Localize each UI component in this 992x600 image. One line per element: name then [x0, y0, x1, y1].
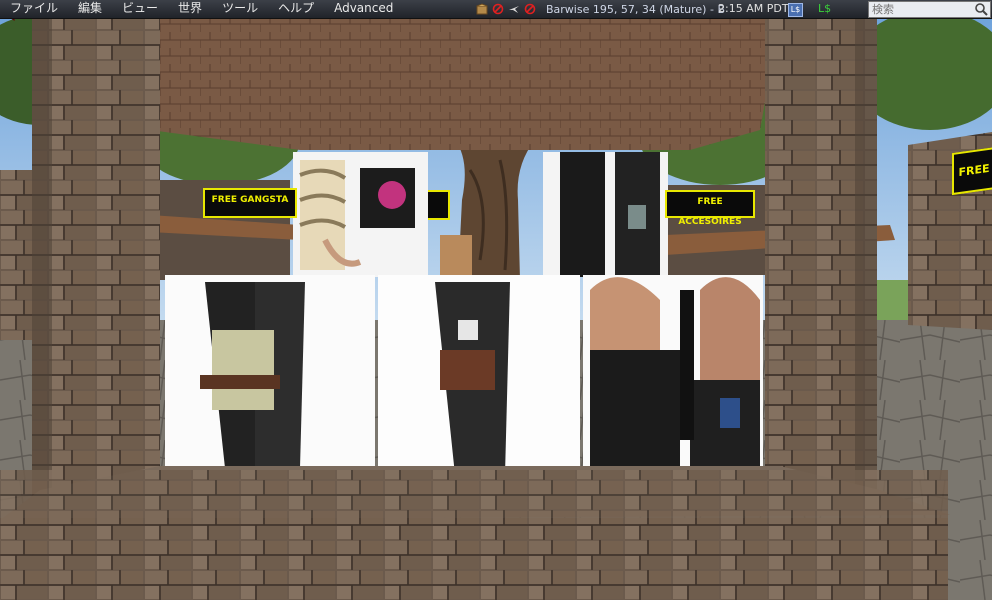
menu-edit[interactable]: 編集: [68, 0, 112, 18]
location-text[interactable]: Barwise 195, 57, 34 (Mature) - B: [546, 3, 725, 16]
search-box: [868, 1, 991, 18]
sign-free-right-text: FREE: [958, 161, 990, 180]
world-viewport[interactable]: FREE GANGSTA FREE ACCESOIRES FREE: [0, 0, 992, 600]
menu-world[interactable]: 世界: [168, 0, 212, 18]
menu-tools[interactable]: ツール: [212, 0, 268, 18]
no-build-icon[interactable]: [492, 3, 504, 15]
menu-help[interactable]: ヘルプ: [268, 0, 324, 18]
clock-text: 2:15 AM PDT: [718, 2, 789, 15]
menu-list: ファイル 編集 ビュー 世界 ツール ヘルプ Advanced: [0, 0, 403, 18]
menu-file[interactable]: ファイル: [0, 0, 68, 18]
balance-text: L$: [818, 2, 832, 15]
no-fly-icon[interactable]: [508, 3, 520, 15]
search-input[interactable]: [872, 2, 970, 17]
buy-currency-button[interactable]: L$: [788, 3, 803, 17]
menu-advanced[interactable]: Advanced: [324, 0, 403, 18]
sign-free-accesoires-text: FREE ACCESOIRES: [678, 197, 742, 227]
status-area: Barwise 195, 57, 34 (Mature) - B: [476, 0, 725, 18]
menu-bar: ファイル 編集 ビュー 世界 ツール ヘルプ Advanced Barwise …: [0, 0, 992, 19]
world-render: [0, 0, 992, 600]
sign-partial-center: [428, 190, 450, 220]
no-script-icon[interactable]: [524, 3, 536, 15]
search-icon[interactable]: [973, 2, 989, 17]
sign-free-accesoires: FREE ACCESOIRES: [665, 190, 755, 227]
sign-free-gangsta: FREE GANGSTA: [203, 188, 297, 218]
menu-view[interactable]: ビュー: [112, 0, 168, 18]
sign-free-right: FREE: [952, 146, 992, 196]
sign-free-gangsta-text: FREE GANGSTA: [211, 195, 289, 205]
inventory-box-icon[interactable]: [476, 3, 488, 15]
